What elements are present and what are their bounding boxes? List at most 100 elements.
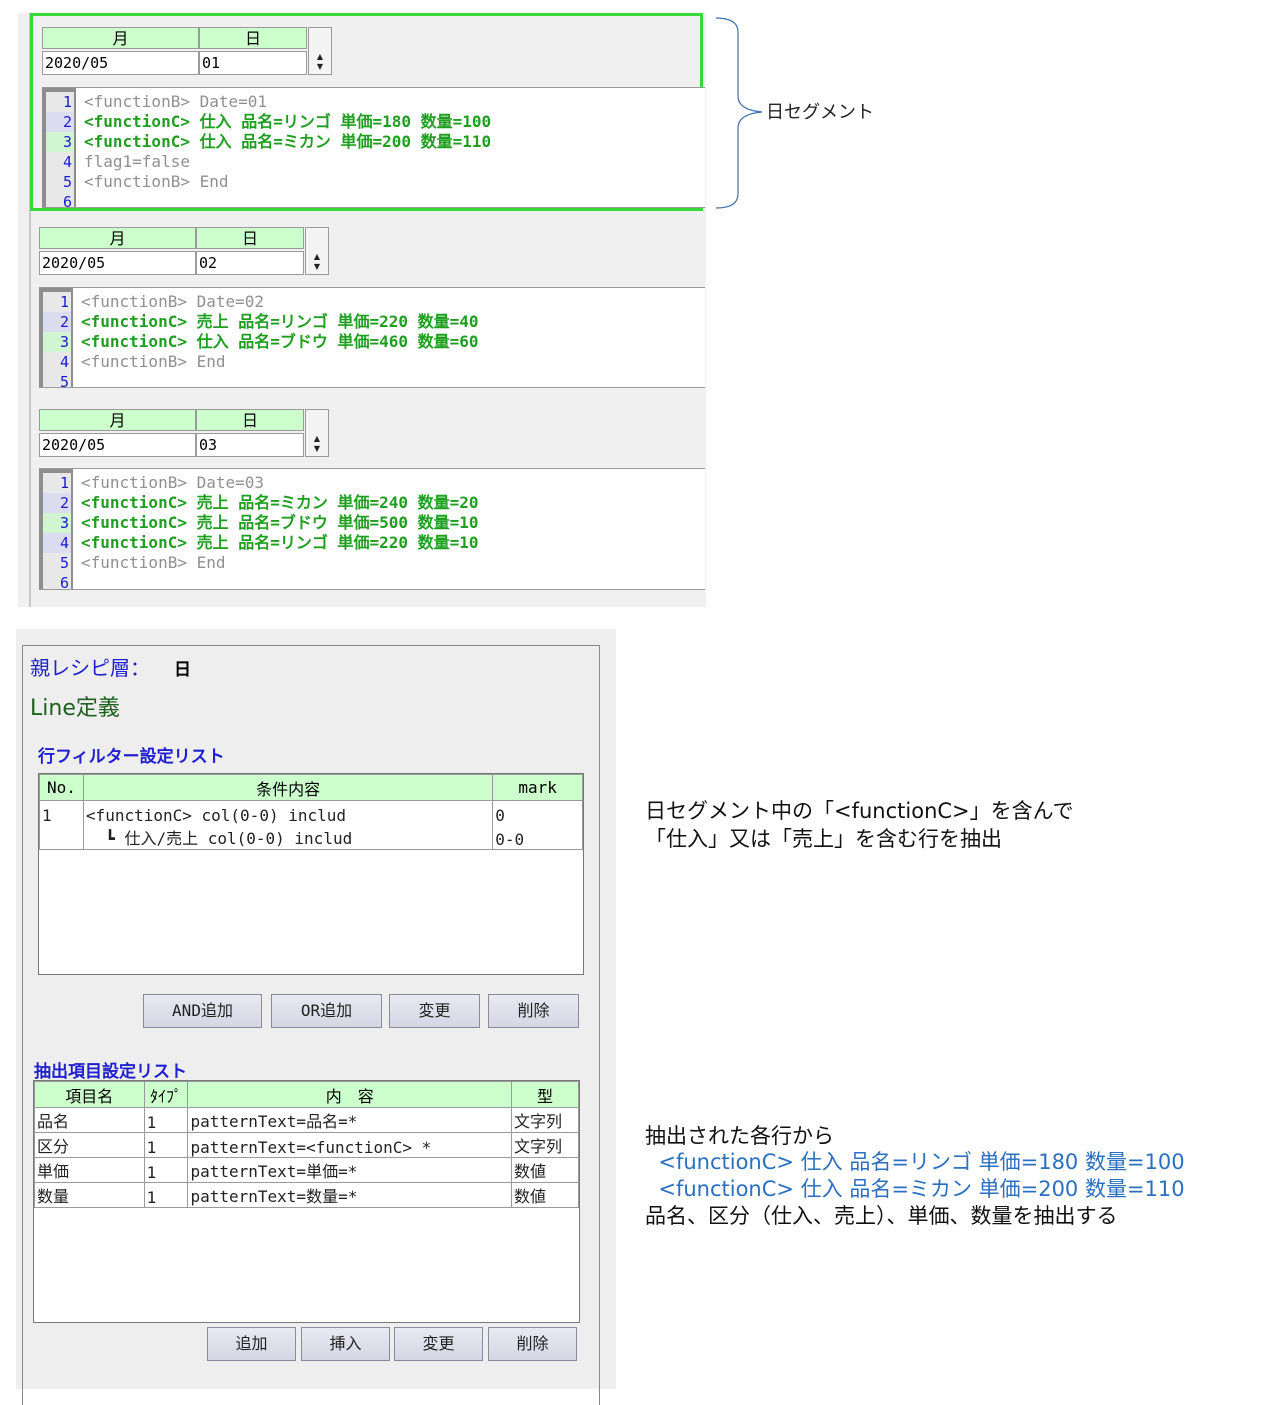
line-number: 1 [43, 292, 71, 312]
extract-note-line4: 品名、区分（仕入、売上）、単価、数量を抽出する [645, 1204, 1118, 1228]
col-header-no[interactable]: No. [39, 774, 84, 801]
code-line: <functionB> End [84, 172, 229, 191]
extract-insert-button[interactable]: 挿入 [301, 1327, 390, 1361]
code-line: <functionC> 売上 品名=リンゴ 単価=220 数量=40 [81, 312, 479, 331]
col-header-content[interactable]: 内 容 [187, 1081, 513, 1108]
cell-type: 1 [143, 1157, 189, 1183]
or-add-button[interactable]: OR追加 [271, 994, 382, 1028]
col-header-data-type[interactable]: 型 [511, 1081, 579, 1108]
cell-no: 1 [39, 800, 84, 825]
cell-data-type: 数値 [511, 1157, 579, 1183]
segment2-day-field[interactable]: 02 [196, 251, 304, 275]
segment3-day-header: 日 [196, 409, 304, 431]
code-line: <functionC> 仕入 品名=ブドウ 単価=460 数量=60 [81, 332, 479, 351]
extract-add-button[interactable]: 追加 [207, 1327, 296, 1361]
line-number: 4 [46, 152, 74, 172]
cell-data-type: 数値 [511, 1182, 579, 1208]
cell-type: 1 [143, 1107, 189, 1133]
parent-recipe-value: 日 [174, 660, 191, 680]
segment2-day-header: 日 [196, 227, 304, 249]
cell-item-name: 区分 [34, 1132, 145, 1158]
table-row[interactable]: 品名 1 patternText=品名=* 文字列 [34, 1107, 579, 1133]
col-header-mark[interactable]: mark [492, 774, 583, 801]
segment1-spinner[interactable]: ▲ ▼ [308, 27, 332, 75]
col-header-item-name[interactable]: 項目名 [34, 1081, 145, 1108]
line-number: 2 [43, 312, 71, 332]
col-header-type[interactable]: ﾀｲﾌﾟ [143, 1081, 189, 1108]
code-line: <functionB> Date=01 [84, 92, 268, 111]
col-header-condition[interactable]: 条件内容 [82, 774, 494, 801]
line-number: 2 [46, 112, 74, 132]
filter-list-title: 行フィルター設定リスト [38, 747, 225, 767]
segment3-month-header: 月 [39, 409, 196, 431]
filter-delete-button[interactable]: 削除 [488, 994, 579, 1028]
code-line: <functionB> End [81, 553, 226, 572]
spin-down-icon[interactable]: ▼ [308, 262, 326, 272]
segment2-month-field[interactable]: 2020/05 [39, 251, 196, 275]
cell-content: patternText=品名=* [187, 1107, 513, 1133]
spin-down-icon[interactable]: ▼ [308, 444, 326, 454]
spin-down-icon[interactable]: ▼ [311, 62, 329, 72]
code-line: <functionB> End [81, 352, 226, 371]
segment1-day-header: 日 [199, 27, 307, 49]
extract-edit-button[interactable]: 変更 [394, 1327, 483, 1361]
table-row[interactable]: 単価 1 patternText=単価=* 数値 [34, 1157, 579, 1183]
line-number: 4 [43, 533, 71, 553]
cell-type: 1 [143, 1132, 189, 1158]
line-number: 4 [43, 352, 71, 372]
table-row[interactable]: 区分 1 patternText=<functionC> * 文字列 [34, 1132, 579, 1158]
table-row[interactable]: ┗ 仕入/売上 col(0-0) includ 0-0 [39, 825, 583, 850]
code-line: <functionC> 売上 品名=ミカン 単価=240 数量=20 [81, 493, 479, 512]
cell-condition: ┗ 仕入/売上 col(0-0) includ [82, 825, 494, 850]
table-row[interactable]: 1 <functionC> col(0-0) includ 0 [39, 800, 583, 825]
cell-content: patternText=単価=* [187, 1157, 513, 1183]
cell-item-name: 単価 [34, 1157, 145, 1183]
line-number: 5 [43, 372, 71, 387]
extract-delete-button[interactable]: 削除 [488, 1327, 577, 1361]
segment-annotation-label: 日セグメント [766, 102, 874, 123]
segment2-code-view: 1 2 3 4 5 <functionB> Date=02 <functionC… [39, 287, 705, 388]
spin-up-icon[interactable]: ▲ [308, 434, 326, 444]
extract-list-title: 抽出項目設定リスト [34, 1062, 187, 1082]
and-add-button[interactable]: AND追加 [143, 994, 262, 1028]
segment3-month-field[interactable]: 2020/05 [39, 433, 196, 457]
cell-data-type: 文字列 [511, 1132, 579, 1158]
brace-icon [715, 17, 763, 209]
extract-note-line3: <functionC> 仕入 品名=ミカン 単価=200 数量=110 [645, 1177, 1185, 1201]
segment1-code-view: 1 2 3 4 5 6 <functionB> Date=01 <functio… [42, 87, 705, 208]
code-line: <functionB> Date=02 [81, 292, 265, 311]
segment2-spinner[interactable]: ▲ ▼ [305, 227, 329, 275]
cell-data-type: 文字列 [511, 1107, 579, 1133]
code-line: <functionC> 売上 品名=ブドウ 単価=500 数量=10 [81, 513, 479, 532]
line-number: 1 [43, 473, 71, 493]
filter-list-table: No. 条件内容 mark 1 <functionC> col(0-0) inc… [38, 773, 584, 975]
parent-recipe-label: 親レシピ層： [30, 656, 150, 680]
code-line: <functionC> 仕入 品名=ミカン 単価=200 数量=110 [84, 132, 492, 151]
segment3-spinner[interactable]: ▲ ▼ [305, 409, 329, 457]
cell-mark: 0 [492, 800, 583, 825]
spin-up-icon[interactable]: ▲ [311, 52, 329, 62]
cell-item-name: 数量 [34, 1182, 145, 1208]
line-number: 2 [43, 493, 71, 513]
segment3-day-field[interactable]: 03 [196, 433, 304, 457]
line-definition-heading: Line定義 [30, 696, 120, 721]
filter-note-line1: 日セグメント中の「<functionC>」を含んで [645, 799, 1074, 823]
segment3-code-view: 1 2 3 4 5 6 <functionB> Date=03 <functio… [39, 468, 705, 590]
filter-edit-button[interactable]: 変更 [389, 994, 480, 1028]
segment2-month-header: 月 [39, 227, 196, 249]
segment1-month-header: 月 [42, 27, 199, 49]
cell-content: patternText=<functionC> * [187, 1132, 513, 1158]
code-line: <functionC> 売上 品名=リンゴ 単価=220 数量=10 [81, 533, 479, 552]
extract-list-table: 項目名 ﾀｲﾌﾟ 内 容 型 品名 1 patternText=品名=* 文字列… [33, 1080, 580, 1323]
spin-up-icon[interactable]: ▲ [308, 252, 326, 262]
line-number: 5 [43, 553, 71, 573]
line-number: 6 [43, 573, 71, 589]
code-line: flag1=false [84, 152, 190, 171]
segment1-day-field[interactable]: 01 [199, 51, 307, 75]
table-row[interactable]: 数量 1 patternText=数量=* 数値 [34, 1182, 579, 1208]
segment1-month-field[interactable]: 2020/05 [42, 51, 199, 75]
extract-note-line2: <functionC> 仕入 品名=リンゴ 単価=180 数量=100 [645, 1150, 1185, 1174]
cell-mark: 0-0 [492, 825, 583, 850]
cell-item-name: 品名 [34, 1107, 145, 1133]
line-number: 3 [43, 332, 71, 352]
